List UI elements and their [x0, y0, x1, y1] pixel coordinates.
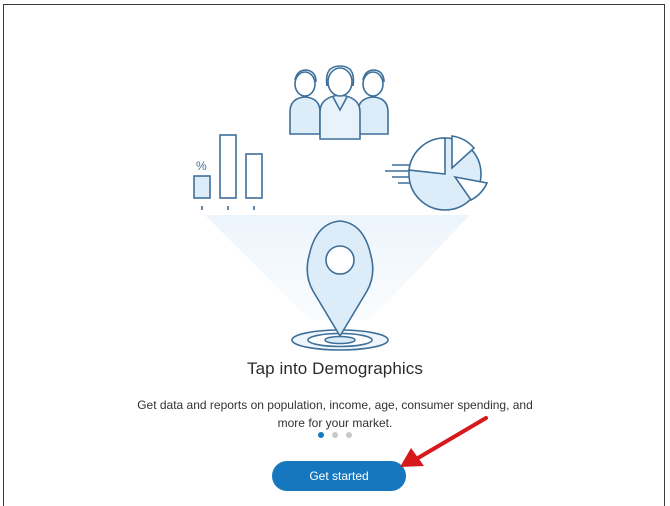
pagination-dot-3[interactable]: [346, 432, 352, 438]
pagination-dot-1[interactable]: [318, 432, 324, 438]
demographics-illustration: %: [193, 65, 489, 351]
pagination-dot-2[interactable]: [332, 432, 338, 438]
pagination-dots: [0, 432, 670, 438]
onboarding-title: Tap into Demographics: [247, 359, 423, 378]
bar-chart-icon: %: [193, 134, 263, 210]
pie-chart-icon: [385, 135, 489, 211]
onboarding-description: Get data and reports on population, inco…: [137, 398, 533, 430]
get-started-button[interactable]: Get started: [272, 461, 406, 491]
people-group-icon: [289, 65, 389, 140]
percent-label: %: [196, 159, 207, 173]
